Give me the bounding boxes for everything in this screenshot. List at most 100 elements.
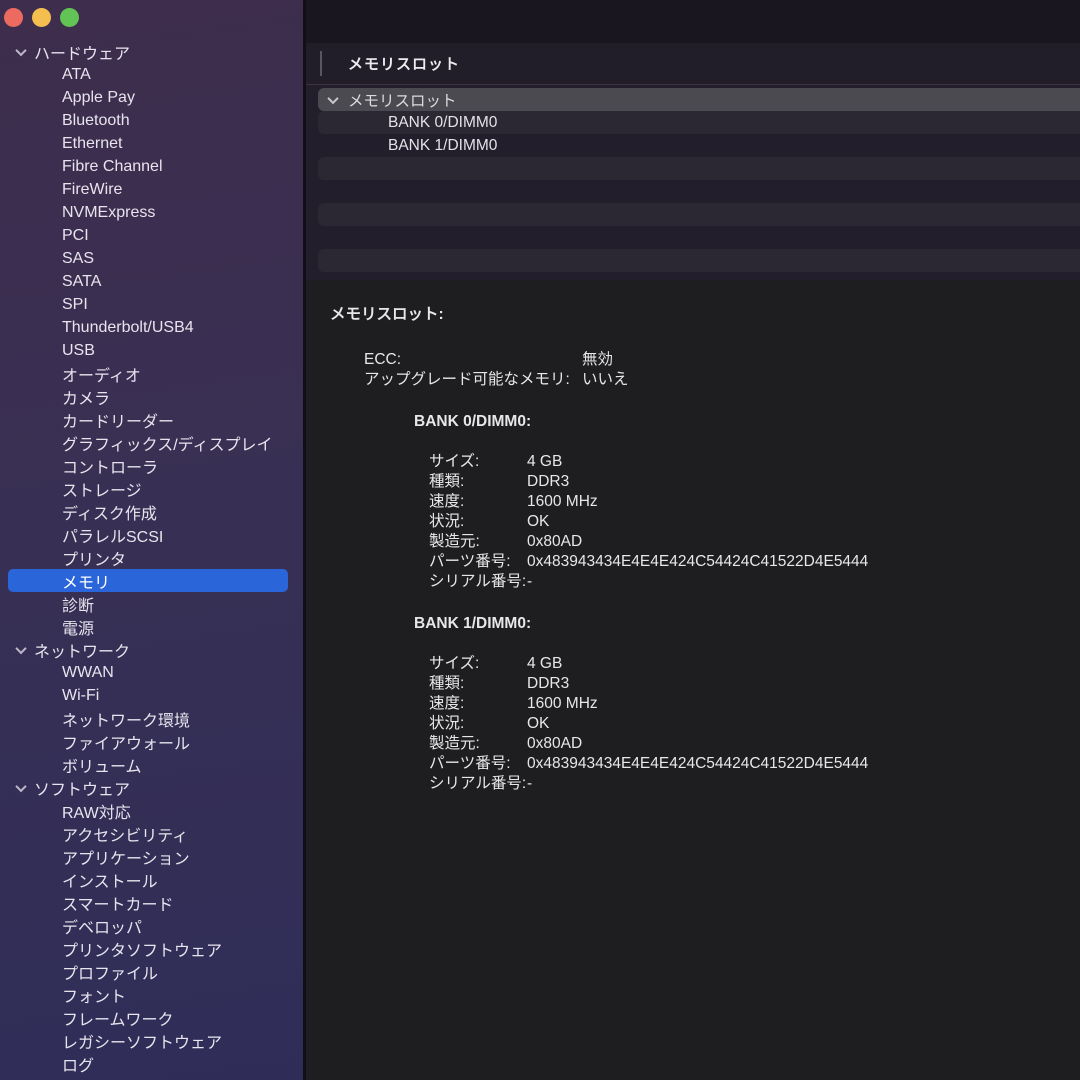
detail-row: シリアル番号:-: [429, 774, 1060, 794]
detail-label: パーツ番号:: [429, 754, 527, 774]
sidebar-item[interactable]: FireWire: [8, 178, 288, 201]
sidebar-item[interactable]: オーディオ: [8, 362, 288, 385]
sidebar-item[interactable]: プリンタ: [8, 546, 288, 569]
sidebar-item[interactable]: ストレージ: [8, 477, 288, 500]
sidebar-item[interactable]: Fibre Channel: [8, 155, 288, 178]
sidebar-item[interactable]: レガシーソフトウェア: [8, 1029, 288, 1052]
sidebar-item[interactable]: SATA: [8, 270, 288, 293]
close-button[interactable]: [4, 8, 23, 27]
detail-label: パーツ番号:: [429, 552, 527, 572]
sidebar-item[interactable]: プリンタソフトウェア: [8, 937, 288, 960]
detail-label: 速度:: [429, 492, 527, 512]
sidebar-item[interactable]: ボリューム: [8, 753, 288, 776]
sidebar-item[interactable]: PCI: [8, 224, 288, 247]
sidebar-item[interactable]: メモリ: [8, 569, 288, 592]
sidebar-item[interactable]: 診断: [8, 592, 288, 615]
detail-value: 4 GB: [527, 452, 1060, 472]
sidebar-item[interactable]: デベロッパ: [8, 914, 288, 937]
disclosure-triangle[interactable]: [318, 96, 348, 104]
sidebar-item[interactable]: カメラ: [8, 385, 288, 408]
sidebar-item[interactable]: Bluetooth: [8, 109, 288, 132]
detail-row: 状況:OK: [429, 714, 1060, 734]
sidebar-item[interactable]: インストール: [8, 868, 288, 891]
slot-group-row[interactable]: メモリスロット: [318, 88, 1080, 111]
slot-row[interactable]: BANK 1/DIMM0: [318, 134, 1080, 157]
detail-label: シリアル番号:: [429, 572, 527, 592]
sidebar-item[interactable]: 電源: [8, 615, 288, 638]
detail-row: シリアル番号:-: [429, 572, 1060, 592]
disclosure-triangle[interactable]: [8, 48, 34, 56]
sidebar-item[interactable]: プロファイル: [8, 960, 288, 983]
chevron-down-icon: [15, 44, 26, 55]
sidebar-item[interactable]: ログ: [8, 1052, 288, 1075]
sidebar-item[interactable]: NVMExpress: [8, 201, 288, 224]
detail-label: アップグレード可能なメモリ:: [364, 370, 582, 390]
sidebar: ハードウェアATAApple PayBluetoothEthernetFibre…: [0, 0, 306, 1080]
detail-value: 0x80AD: [527, 532, 1060, 552]
slot-group-label: メモリスロット: [348, 89, 457, 111]
chevron-down-icon: [15, 642, 26, 653]
detail-label: サイズ:: [429, 654, 527, 674]
column-divider: [320, 51, 322, 76]
sidebar-item[interactable]: USB: [8, 339, 288, 362]
detail-label: 製造元:: [429, 532, 527, 552]
detail-value: OK: [527, 512, 1060, 532]
detail-row: 速度:1600 MHz: [429, 492, 1060, 512]
detail-row: パーツ番号:0x483943434E4E4E424C54424C41522D4E…: [429, 552, 1060, 572]
detail-label: シリアル番号:: [429, 774, 527, 794]
sidebar-item[interactable]: RAW対応: [8, 799, 288, 822]
detail-value: 0x80AD: [527, 734, 1060, 754]
sidebar-item[interactable]: アクセシビリティ: [8, 822, 288, 845]
detail-value: -: [527, 572, 1060, 592]
detail-value: いいえ: [582, 370, 1060, 390]
sidebar-item[interactable]: アプリケーション: [8, 845, 288, 868]
sidebar-item[interactable]: コントローラ: [8, 454, 288, 477]
detail-row: サイズ:4 GB: [429, 654, 1060, 674]
sidebar-section[interactable]: ソフトウェア: [8, 776, 288, 799]
sidebar-item[interactable]: ネットワーク環境: [8, 707, 288, 730]
empty-row: [318, 203, 1080, 226]
empty-row: [318, 180, 1080, 203]
table-column-header[interactable]: メモリスロット: [306, 43, 1080, 85]
detail-row: 速度:1600 MHz: [429, 694, 1060, 714]
sidebar-item[interactable]: フレームワーク: [8, 1006, 288, 1029]
details-panel: メモリスロット: ECC:無効アップグレード可能なメモリ:いいえ BANK 0/…: [306, 280, 1080, 1080]
sidebar-item[interactable]: Ethernet: [8, 132, 288, 155]
empty-row: [318, 249, 1080, 272]
sidebar-section[interactable]: ネットワーク: [8, 638, 288, 661]
sidebar-item[interactable]: SAS: [8, 247, 288, 270]
slot-row[interactable]: BANK 0/DIMM0: [318, 111, 1080, 134]
detail-value: OK: [527, 714, 1060, 734]
detail-row: アップグレード可能なメモリ:いいえ: [364, 370, 1060, 390]
sidebar-item[interactable]: Thunderbolt/USB4: [8, 316, 288, 339]
detail-label: 種類:: [429, 472, 527, 492]
sidebar-item[interactable]: フォント: [8, 983, 288, 1006]
detail-row: ECC:無効: [364, 350, 1060, 370]
disclosure-triangle[interactable]: [8, 646, 34, 654]
sidebar-section-label: ネットワーク: [34, 638, 130, 662]
minimize-button[interactable]: [32, 8, 51, 27]
detail-label: 状況:: [429, 512, 527, 532]
sidebar-item[interactable]: Wi-Fi: [8, 684, 288, 707]
sidebar-item[interactable]: ファイアウォール: [8, 730, 288, 753]
zoom-button[interactable]: [60, 8, 79, 27]
sidebar-item[interactable]: Apple Pay: [8, 86, 288, 109]
empty-row: [318, 226, 1080, 249]
system-information-window: ハードウェアATAApple PayBluetoothEthernetFibre…: [0, 0, 1080, 1080]
sidebar-section[interactable]: ハードウェア: [8, 40, 288, 63]
disclosure-triangle[interactable]: [8, 784, 34, 792]
sidebar-item[interactable]: ディスク作成: [8, 500, 288, 523]
sidebar-item[interactable]: WWAN: [8, 661, 288, 684]
bank-rows: サイズ:4 GB種類:DDR3速度:1600 MHz状況:OK製造元:0x80A…: [429, 654, 1060, 794]
sidebar-item[interactable]: グラフィックス/ディスプレイ: [8, 431, 288, 454]
sidebar-item[interactable]: カードリーダー: [8, 408, 288, 431]
sidebar-item[interactable]: ATA: [8, 63, 288, 86]
bank-heading: BANK 0/DIMM0:: [414, 412, 1060, 432]
sidebar-item[interactable]: スマートカード: [8, 891, 288, 914]
sidebar-item[interactable]: パラレルSCSI: [8, 523, 288, 546]
detail-row: 製造元:0x80AD: [429, 532, 1060, 552]
sidebar-item[interactable]: SPI: [8, 293, 288, 316]
window-controls: [0, 0, 303, 27]
detail-value: 1600 MHz: [527, 492, 1060, 512]
column-title: メモリスロット: [348, 53, 460, 74]
